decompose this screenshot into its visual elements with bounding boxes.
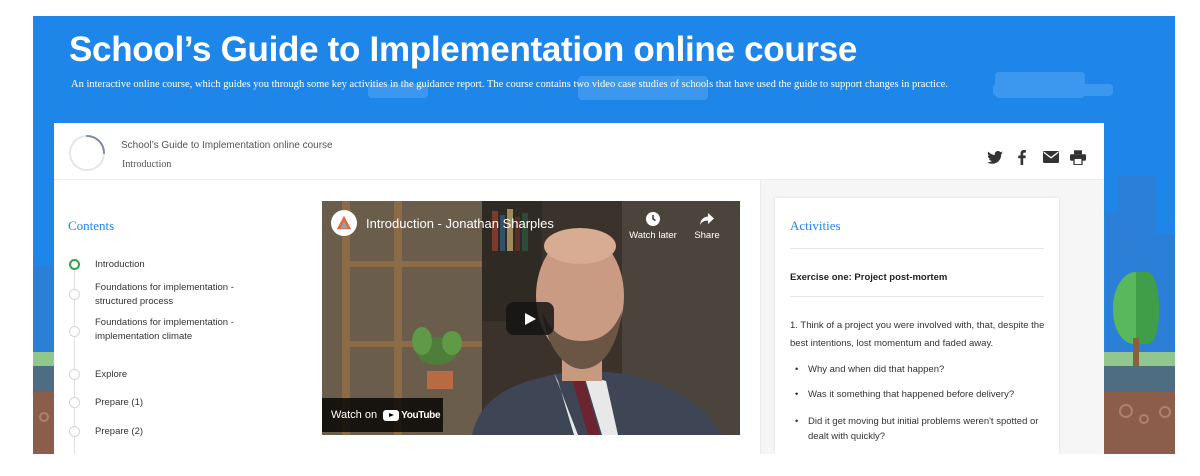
course-name: School’s Guide to Implementation online … — [121, 140, 333, 151]
toc-status-dot — [69, 397, 80, 408]
divider — [790, 296, 1044, 297]
exercise-bullet: Was it something that happened before de… — [795, 387, 1047, 402]
building-decoration — [33, 266, 55, 356]
toc-status-dot — [69, 326, 80, 337]
share-label: Share — [694, 230, 720, 241]
watch-later-label: Watch later — [629, 230, 677, 241]
print-icon[interactable] — [1069, 149, 1087, 165]
watch-on-label: Watch on — [331, 409, 378, 421]
play-icon — [525, 312, 536, 325]
exercise-title: Exercise one: Project post-mortem — [790, 272, 948, 283]
progress-ring — [69, 135, 105, 171]
toc-status-dot — [69, 259, 80, 270]
toc-item-label: Prepare (1) — [95, 397, 144, 408]
hero-banner: School’s Guide to Implementation online … — [33, 16, 1175, 454]
rock-decoration — [1159, 406, 1171, 418]
divider — [790, 248, 1044, 249]
toc-item-label: Explore — [95, 369, 128, 380]
toc-item-label: Foundations for implementation - impleme… — [95, 317, 234, 342]
cloud-decoration — [993, 84, 1113, 96]
current-section: Introduction — [122, 159, 172, 170]
rock-decoration — [1119, 404, 1133, 418]
exercise-bullet: Did it get moving but initial problems w… — [795, 414, 1047, 444]
facebook-icon[interactable] — [1013, 149, 1031, 165]
video-player[interactable]: Introduction - Jonathan Sharples Watch l… — [322, 201, 740, 435]
play-button[interactable] — [506, 302, 554, 335]
share-arrow-icon — [679, 211, 735, 227]
rock-decoration — [39, 412, 49, 422]
watch-later-button[interactable]: Watch later — [625, 211, 681, 241]
exercise-bullet: Why and when did that happen? — [795, 362, 1047, 377]
twitter-icon[interactable] — [986, 149, 1004, 165]
course-card: School’s Guide to Implementation online … — [54, 123, 1104, 454]
exercise-question: 1. Think of a project you were involved … — [790, 320, 1045, 349]
toc-item-label: Introduction — [95, 259, 145, 270]
channel-logo[interactable] — [331, 210, 357, 236]
email-icon[interactable] — [1042, 149, 1060, 165]
activities-heading: Activities — [790, 218, 841, 233]
tree-decoration — [1111, 272, 1161, 366]
youtube-label: YouTube — [401, 409, 441, 421]
contents-heading: Contents — [68, 218, 115, 233]
toc-status-dot — [69, 289, 80, 300]
watch-on-youtube-button[interactable]: Watch on YouTube — [322, 398, 443, 432]
activities-column: Activities Exercise one: Project post-mo… — [760, 180, 1104, 454]
share-button[interactable]: Share — [679, 211, 735, 241]
toc-status-dot — [69, 426, 80, 437]
activities-panel: Activities Exercise one: Project post-mo… — [775, 198, 1059, 454]
youtube-logo: YouTube — [383, 409, 441, 421]
rock-decoration — [1139, 414, 1149, 424]
page-title: School’s Guide to Implementation online … — [69, 30, 858, 69]
toc-item-label: Foundations for implementation - structu… — [95, 282, 234, 307]
course-header-bar: School’s Guide to Implementation online … — [54, 123, 1104, 180]
page-subtitle: An interactive online course, which guid… — [71, 79, 948, 90]
toc-status-dot — [69, 369, 80, 380]
video-title[interactable]: Introduction - Jonathan Sharples — [366, 216, 554, 231]
clock-icon — [625, 211, 681, 227]
toc-item-label: Prepare (2) — [95, 426, 144, 437]
